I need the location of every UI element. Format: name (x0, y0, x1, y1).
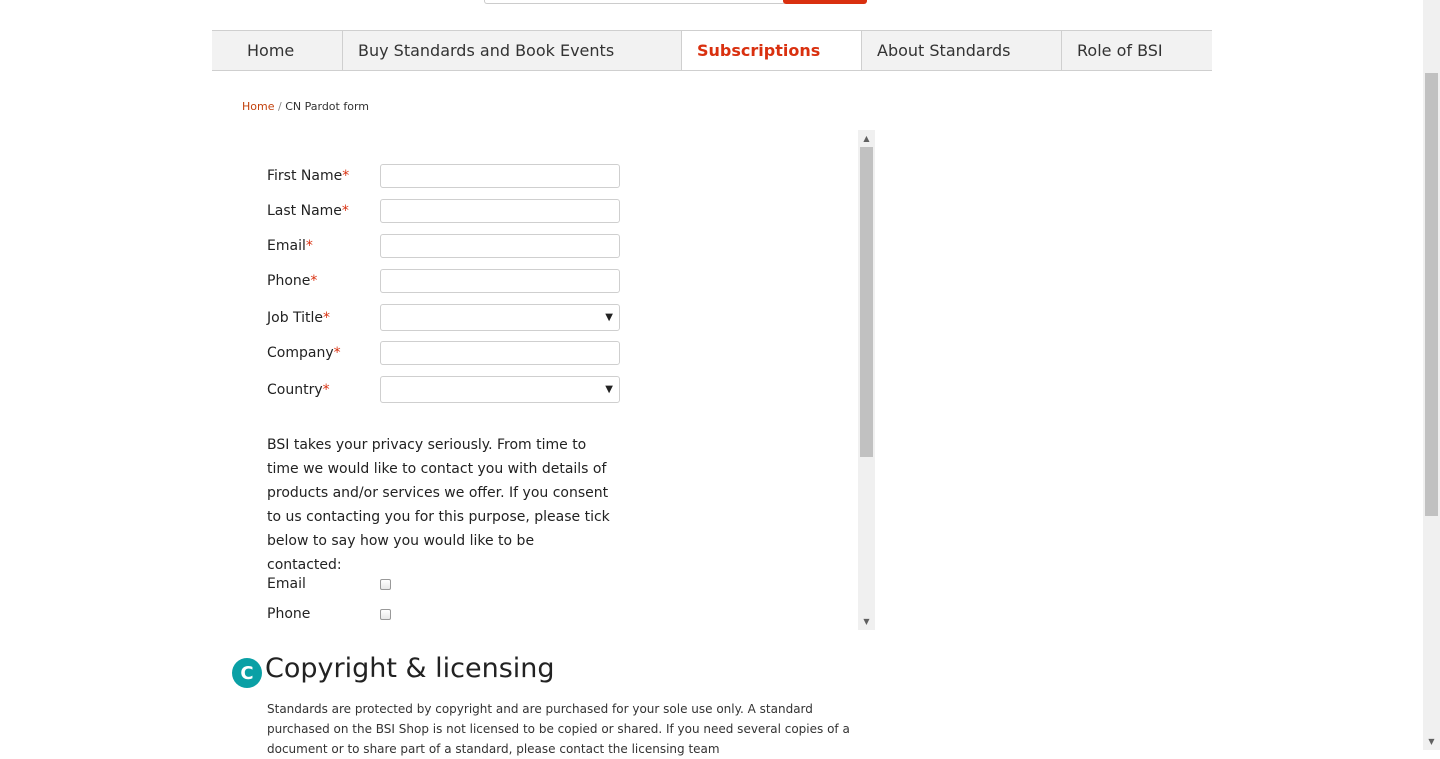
form-frame-scrollbar[interactable]: ▲ ▼ (858, 130, 875, 630)
scroll-up-icon[interactable]: ▲ (858, 130, 875, 147)
scroll-down-icon[interactable]: ▼ (858, 613, 875, 630)
phone-label: Phone* (267, 273, 318, 289)
email-label: Email* (267, 238, 313, 254)
page-scrollbar[interactable]: ▼ (1423, 0, 1440, 750)
main-nav: Home Buy Standards and Book Events Subsc… (212, 30, 1212, 71)
required-mark: * (323, 309, 331, 326)
copyright-badge-icon: C (232, 658, 262, 688)
last-name-row: Last Name* (267, 199, 620, 223)
nav-item-role-of-bsi[interactable]: Role of BSI (1062, 31, 1212, 70)
consent-phone-label: Phone (267, 606, 311, 622)
required-mark: * (341, 203, 349, 219)
search-button-remnant[interactable] (783, 0, 867, 4)
country-label: Country* (267, 381, 330, 398)
country-row: Country* ▼ (267, 376, 620, 403)
consent-phone-checkbox[interactable] (380, 608, 391, 620)
company-field[interactable] (380, 341, 620, 365)
privacy-text: BSI takes your privacy seriously. From t… (267, 437, 610, 573)
nav-item-buy-standards[interactable]: Buy Standards and Book Events (343, 31, 682, 70)
breadcrumb-separator: / (277, 100, 282, 113)
consent-phone-row: Phone (267, 606, 391, 622)
required-mark: * (310, 273, 318, 289)
required-mark: * (342, 168, 350, 184)
nav-item-about-standards[interactable]: About Standards (862, 31, 1062, 70)
scrollbar-thumb[interactable] (860, 147, 873, 457)
nav-item-subscriptions[interactable]: Subscriptions (682, 31, 862, 70)
search-input-remnant[interactable] (484, 0, 786, 4)
chevron-down-icon: ▼ (605, 384, 613, 395)
country-select[interactable]: ▼ (380, 376, 620, 403)
last-name-label: Last Name* (267, 203, 349, 219)
nav-item-label: About Standards (877, 41, 1011, 60)
copyright-title: Copyright & licensing (265, 653, 555, 684)
required-mark: * (333, 345, 341, 361)
phone-row: Phone* (267, 269, 620, 293)
consent-email-checkbox[interactable] (380, 578, 391, 590)
consent-email-row: Email (267, 576, 391, 592)
breadcrumb-home-link[interactable]: Home (242, 100, 274, 113)
pardot-form-frame: First Name* Last Name* Email* Phone* Job… (242, 130, 875, 630)
required-mark: * (305, 238, 313, 254)
email-field[interactable] (380, 234, 620, 258)
required-mark: * (322, 381, 330, 398)
nav-item-label: Buy Standards and Book Events (358, 41, 615, 60)
job-title-select[interactable]: ▼ (380, 304, 620, 331)
nav-item-home[interactable]: Home (212, 31, 343, 70)
job-title-row: Job Title* ▼ (267, 304, 620, 331)
first-name-label: First Name* (267, 168, 350, 184)
first-name-row: First Name* (267, 164, 620, 188)
chevron-down-icon: ▼ (605, 312, 613, 323)
nav-item-label: Role of BSI (1077, 41, 1163, 60)
scrollbar-thumb[interactable] (1425, 73, 1438, 516)
phone-field[interactable] (380, 269, 620, 293)
breadcrumb: Home / CN Pardot form (242, 100, 369, 113)
company-label: Company* (267, 345, 341, 361)
first-name-field[interactable] (380, 164, 620, 188)
company-row: Company* (267, 341, 620, 365)
email-row: Email* (267, 234, 620, 258)
consent-email-label: Email (267, 576, 306, 592)
copyright-text: Standards are protected by copyright and… (267, 702, 850, 756)
nav-item-label: Home (247, 41, 295, 60)
last-name-field[interactable] (380, 199, 620, 223)
job-title-label: Job Title* (267, 309, 331, 326)
nav-item-label: Subscriptions (697, 41, 821, 60)
breadcrumb-current: CN Pardot form (285, 100, 369, 113)
scroll-down-icon[interactable]: ▼ (1423, 733, 1440, 750)
